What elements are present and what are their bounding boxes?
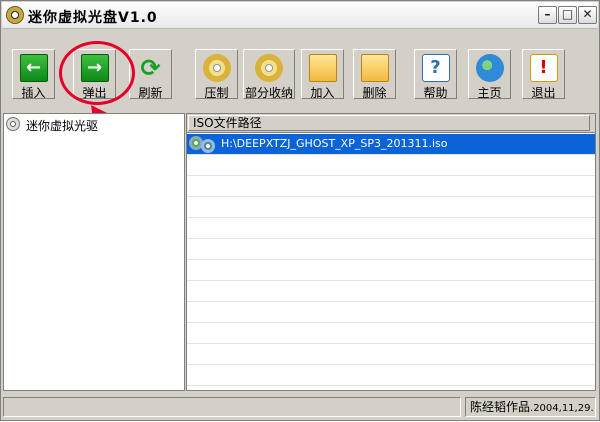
folder-delete-icon xyxy=(360,54,389,82)
toolbar: ← 插入 → 弹出 ⟳ 刷新 压制 部分收纳 加入 删除 ? 帮助 主页 ! 退… xyxy=(7,47,595,105)
credit-date: .2004,11,29. xyxy=(530,403,594,414)
help-button[interactable]: ? 帮助 xyxy=(414,49,457,100)
status-panel-left xyxy=(3,397,461,417)
cd-pieces-icon xyxy=(255,54,283,82)
partial-button[interactable]: 部分收纳 xyxy=(243,49,295,100)
iso-list-pane[interactable]: ISO文件路径 H:\DEEPXTZJ_GHOST_XP_SP3_201311.… xyxy=(186,113,596,391)
close-button[interactable]: ✕ xyxy=(578,6,597,24)
iso-disc-icon xyxy=(189,136,219,153)
eject-label: 弹出 xyxy=(82,86,107,100)
title-bar[interactable]: 迷你虚拟光盘V1.0 – □ ✕ xyxy=(2,2,598,29)
refresh-label: 刷新 xyxy=(138,86,163,100)
table-row[interactable] xyxy=(187,239,595,260)
table-row[interactable] xyxy=(187,260,595,281)
eject-button[interactable]: → 弹出 xyxy=(73,49,116,100)
window-title: 迷你虚拟光盘V1.0 xyxy=(28,10,158,26)
exit-icon: ! xyxy=(529,54,558,82)
maximize-button[interactable]: □ xyxy=(558,6,577,24)
green-arrow-left-icon: ← xyxy=(19,54,48,82)
drive-tree-pane[interactable]: 迷你虚拟光驱 xyxy=(3,113,185,391)
compress-label: 压制 xyxy=(204,86,229,100)
partial-label: 部分收纳 xyxy=(244,86,293,100)
drive-icon xyxy=(6,117,20,131)
table-row[interactable] xyxy=(187,344,595,365)
add-button[interactable]: 加入 xyxy=(301,49,344,100)
status-bar: 陈经韬作品.2004,11,29. xyxy=(3,397,596,418)
insert-label: 插入 xyxy=(21,86,46,100)
help-label: 帮助 xyxy=(423,86,448,100)
cd-icon xyxy=(202,54,231,82)
folder-add-icon xyxy=(308,54,337,82)
home-button[interactable]: 主页 xyxy=(468,49,511,100)
iso-path-cell: H:\DEEPXTZJ_GHOST_XP_SP3_201311.iso xyxy=(221,137,448,150)
iso-row-selected[interactable]: H:\DEEPXTZJ_GHOST_XP_SP3_201311.iso xyxy=(187,134,595,155)
delete-label: 删除 xyxy=(362,86,387,100)
minimize-button[interactable]: – xyxy=(538,6,557,24)
refresh-button[interactable]: ⟳ 刷新 xyxy=(129,49,172,100)
table-row[interactable] xyxy=(187,176,595,197)
column-header-iso-path[interactable]: ISO文件路径 xyxy=(188,115,590,131)
list-header: ISO文件路径 xyxy=(187,114,595,133)
table-row[interactable] xyxy=(187,323,595,344)
green-arrow-right-icon: → xyxy=(80,54,109,82)
author-credit: 陈经韬作品 xyxy=(470,400,531,414)
table-row[interactable] xyxy=(187,302,595,323)
globe-home-icon xyxy=(475,54,504,82)
table-row[interactable] xyxy=(187,155,595,176)
refresh-icon: ⟳ xyxy=(140,54,161,82)
table-row[interactable] xyxy=(187,281,595,302)
status-panel-credit: 陈经韬作品.2004,11,29. xyxy=(465,397,596,417)
help-icon: ? xyxy=(421,54,450,82)
app-window: 迷你虚拟光盘V1.0 – □ ✕ ← 插入 → 弹出 ⟳ 刷新 压制 部分收纳 … xyxy=(0,0,600,421)
add-label: 加入 xyxy=(310,86,335,100)
compress-button[interactable]: 压制 xyxy=(195,49,238,100)
insert-button[interactable]: ← 插入 xyxy=(12,49,55,100)
table-row[interactable] xyxy=(187,365,595,386)
delete-button[interactable]: 删除 xyxy=(353,49,396,100)
app-cd-icon[interactable] xyxy=(6,6,24,24)
tree-item-label: 迷你虚拟光驱 xyxy=(26,119,99,133)
table-row[interactable] xyxy=(187,197,595,218)
home-label: 主页 xyxy=(477,86,502,100)
exit-label: 退出 xyxy=(531,86,556,100)
exit-button[interactable]: ! 退出 xyxy=(522,49,565,100)
table-row[interactable] xyxy=(187,218,595,239)
